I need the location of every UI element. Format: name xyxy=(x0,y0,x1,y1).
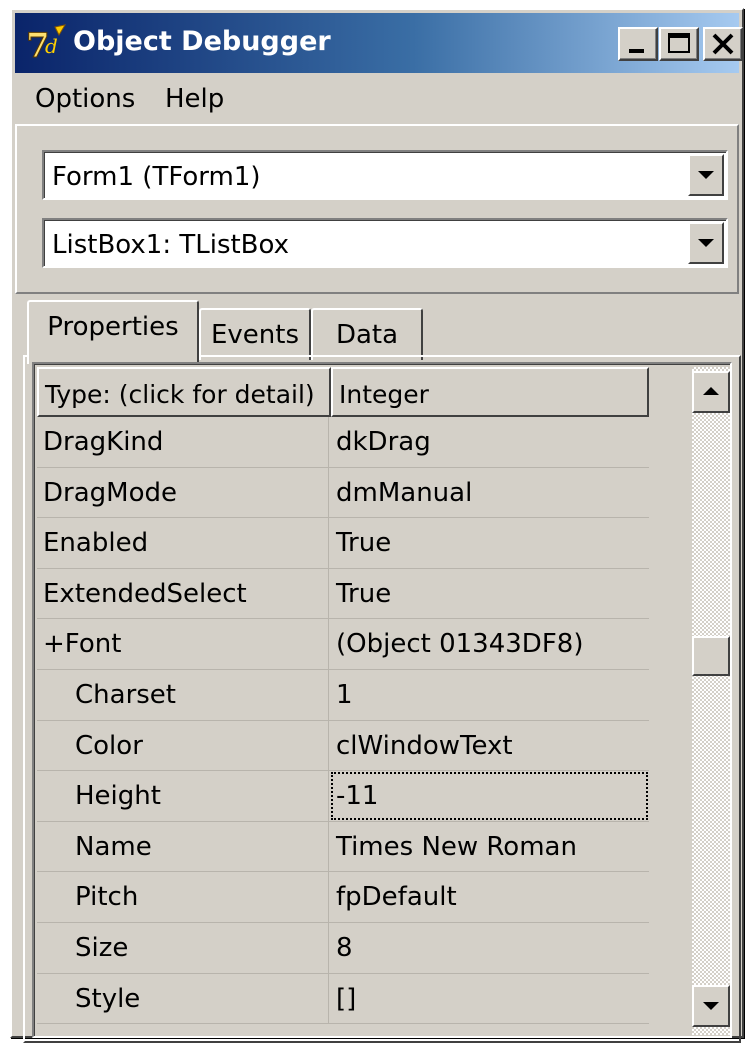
property-value[interactable]: 8 xyxy=(330,923,649,973)
delphi-app-icon: 7 d xyxy=(26,24,67,63)
selector-panel: Form1 (TForm1) ListBox1: TListBox xyxy=(15,124,739,294)
chevron-down-icon xyxy=(698,171,714,179)
property-name[interactable]: Charset xyxy=(37,670,329,720)
tab-data[interactable]: Data xyxy=(311,308,423,360)
tab-properties-label: Properties xyxy=(47,312,179,342)
object-debugger-window: 7 d Object Debugger Options Help Form1 (… xyxy=(10,8,744,1043)
property-value[interactable]: dmManual xyxy=(330,468,649,518)
chevron-down-icon xyxy=(703,1002,719,1010)
chevron-down-icon xyxy=(698,239,714,247)
component-selector-dropdown-button[interactable] xyxy=(688,222,724,264)
close-button[interactable] xyxy=(703,27,743,61)
property-name[interactable]: ExtendedSelect xyxy=(37,568,329,619)
property-row[interactable]: Color clWindowText xyxy=(37,720,649,772)
chevron-up-icon xyxy=(703,387,719,395)
property-value[interactable]: 1 xyxy=(330,670,649,720)
property-value[interactable]: dkDrag xyxy=(330,417,649,467)
component-selector-value: ListBox1: TListBox xyxy=(52,230,290,260)
property-row[interactable]: Name Times New Roman xyxy=(37,821,649,873)
component-selector[interactable]: ListBox1: TListBox xyxy=(42,218,728,268)
property-row[interactable]: Height -11 xyxy=(37,771,649,822)
menu-options[interactable]: Options xyxy=(35,84,135,114)
property-grid: Type: (click for detail) Integer DragKin… xyxy=(32,362,732,1038)
property-row[interactable]: Style[] xyxy=(37,973,649,1025)
menu-bar: Options Help xyxy=(15,76,739,122)
property-name[interactable]: Height xyxy=(37,771,329,822)
property-row[interactable]: DragKind dkDrag xyxy=(37,417,649,468)
scroll-up-button[interactable] xyxy=(692,371,730,413)
form-selector-dropdown-button[interactable] xyxy=(688,154,724,196)
tab-events[interactable]: Events xyxy=(199,308,311,360)
vertical-scrollbar[interactable] xyxy=(692,367,730,1035)
property-name[interactable]: Name xyxy=(37,821,329,872)
maximize-icon xyxy=(668,33,690,53)
property-row[interactable]: Charset 1 xyxy=(37,670,649,721)
property-name[interactable]: +Font xyxy=(37,619,329,670)
minimize-button[interactable] xyxy=(618,27,658,61)
property-name[interactable]: Size xyxy=(37,923,329,973)
header-name-cell[interactable]: Type: (click for detail) xyxy=(37,367,331,417)
property-name[interactable]: Enabled xyxy=(37,518,329,569)
header-value-cell[interactable]: Integer xyxy=(331,367,649,417)
property-row[interactable]: +Font (Object 01343DF8) xyxy=(37,619,649,670)
property-name[interactable]: Style xyxy=(37,973,329,1024)
menu-help[interactable]: Help xyxy=(165,84,224,114)
svg-text:d: d xyxy=(45,34,58,58)
property-value[interactable]: -11 xyxy=(330,771,649,821)
title-bar[interactable]: 7 d Object Debugger xyxy=(15,13,743,73)
window-title: Object Debugger xyxy=(73,26,331,57)
property-name[interactable]: Pitch xyxy=(37,872,329,923)
tab-data-label: Data xyxy=(335,320,399,350)
property-name[interactable]: Color xyxy=(37,720,329,771)
property-name[interactable]: DragKind xyxy=(37,417,329,467)
property-value[interactable]: fpDefault xyxy=(330,872,649,922)
tab-events-label: Events xyxy=(210,320,300,350)
close-icon xyxy=(712,33,734,55)
property-row[interactable]: Size 8 xyxy=(37,923,649,974)
property-row[interactable]: Pitch fpDefault xyxy=(37,872,649,923)
property-row[interactable]: Enabled True xyxy=(37,518,649,569)
tab-properties[interactable]: Properties xyxy=(27,300,199,364)
property-value[interactable]: clWindowText xyxy=(330,721,649,771)
scroll-down-button[interactable] xyxy=(692,985,730,1027)
property-value[interactable]: (Object 01343DF8) xyxy=(330,619,649,669)
property-name[interactable]: DragMode xyxy=(37,467,329,518)
property-row[interactable]: DragMode dmManual xyxy=(37,467,649,519)
form-selector[interactable]: Form1 (TForm1) xyxy=(42,150,728,200)
property-value[interactable]: [] xyxy=(330,974,649,1024)
property-value[interactable]: True xyxy=(330,518,649,568)
property-row[interactable]: ExtendedSelect True xyxy=(37,568,649,620)
property-value[interactable]: True xyxy=(330,569,649,619)
grid-header: Type: (click for detail) Integer xyxy=(37,367,669,417)
minimize-icon xyxy=(629,49,644,53)
scrollbar-thumb[interactable] xyxy=(692,636,730,677)
form-selector-value: Form1 (TForm1) xyxy=(52,162,261,192)
property-value[interactable]: Times New Roman xyxy=(330,822,649,872)
maximize-button[interactable] xyxy=(659,27,699,61)
